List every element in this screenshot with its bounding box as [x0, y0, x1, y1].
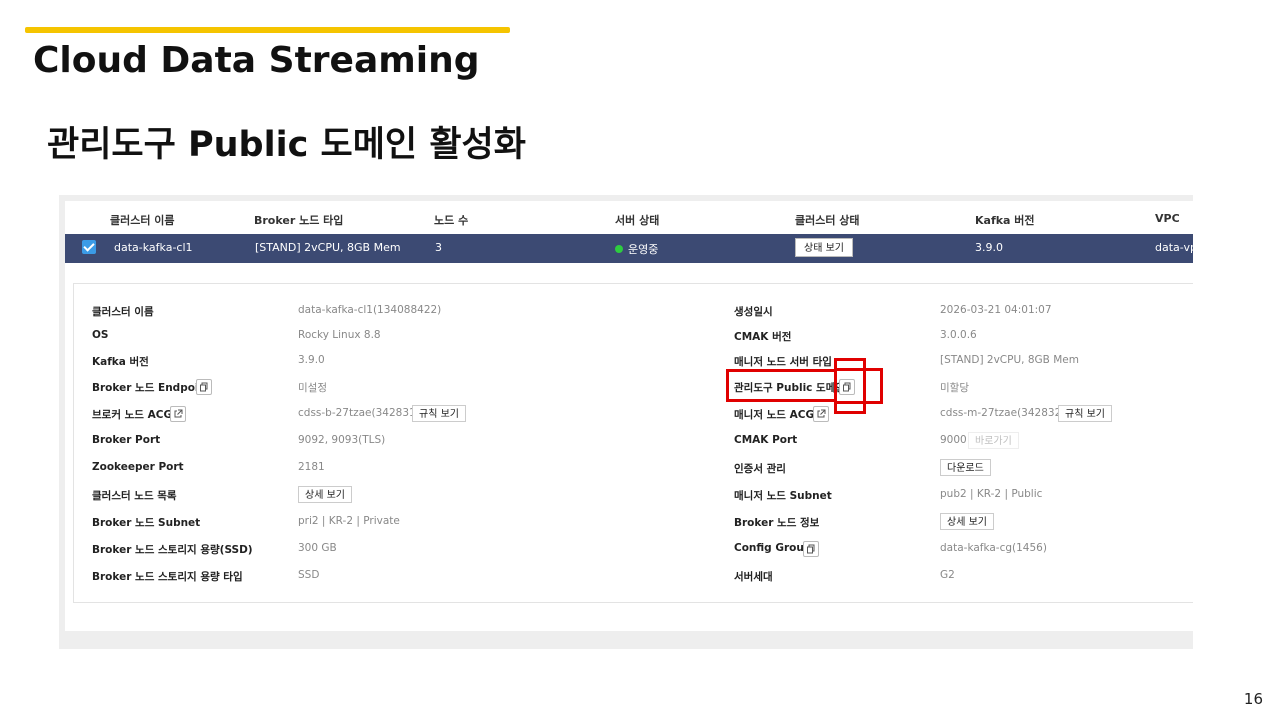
detail-value-cmak-version: 3.0.0.6	[940, 329, 977, 341]
detail-label-broker-info: Broker 노드 정보	[734, 517, 820, 529]
detail-label-broker-endpoint: Broker 노드 Endpoint	[92, 382, 212, 394]
cmak-shortcut-button[interactable]: 바로가기	[968, 432, 1019, 449]
detail-value-broker-endpoint: 미설정	[298, 382, 327, 394]
detail-label-broker-acg: 브로커 노드 ACG	[92, 409, 173, 421]
col-header-server-status[interactable]: 서버 상태	[615, 212, 659, 228]
running-status-dot	[615, 245, 623, 253]
slide-title: Cloud Data Streaming	[33, 40, 480, 81]
public-domain-copy-icon[interactable]	[839, 379, 855, 395]
page-number: 16	[1243, 690, 1263, 708]
row-server-status: 운영중	[615, 241, 658, 257]
detail-label-manager-subnet: 매니저 노드 Subnet	[734, 490, 832, 502]
table-header: 클러스터 이름 Broker 노드 타입 노드 수 서버 상태 클러스터 상태 …	[65, 201, 1193, 234]
detail-value-broker-subnet: pri2 | KR-2 | Private	[298, 515, 400, 527]
col-header-kafka-version[interactable]: Kafka 버전	[975, 212, 1035, 228]
detail-label-public-domain: 관리도구 Public 도메인	[734, 382, 846, 394]
detail-label-storage-size: Broker 노드 스토리지 용량(SSD)	[92, 544, 253, 556]
detail-value-broker-acg: cdss-b-27tzae(342831)	[298, 407, 420, 419]
row-kafka-version: 3.9.0	[975, 241, 1003, 254]
col-header-broker-type[interactable]: Broker 노드 타입	[254, 212, 343, 228]
detail-value-manager-server-type: [STAND] 2vCPU, 8GB Mem	[940, 354, 1079, 366]
detail-value-broker-port: 9092, 9093(TLS)	[298, 434, 386, 446]
detail-value-public-domain: 미할당	[940, 382, 969, 394]
config-group-copy-icon[interactable]	[803, 541, 819, 557]
table-row-selected[interactable]: data-kafka-cl1 [STAND] 2vCPU, 8GB Mem 3 …	[65, 234, 1193, 263]
detail-label-zookeeper-port: Zookeeper Port	[92, 461, 184, 473]
row-cluster-name: data-kafka-cl1	[114, 241, 193, 254]
detail-label-manager-server-type: 매니저 노드 서버 타입	[734, 356, 832, 368]
node-list-detail-button[interactable]: 상세 보기	[298, 486, 352, 503]
title-accent-bar	[25, 27, 510, 33]
detail-value-manager-subnet: pub2 | KR-2 | Public	[940, 488, 1043, 500]
detail-value-storage-size: 300 GB	[298, 542, 337, 554]
row-vpc: data-vpc	[1155, 241, 1193, 254]
row-broker-type: [STAND] 2vCPU, 8GB Mem	[255, 241, 401, 254]
detail-value-cmak-port: 9000	[940, 434, 967, 446]
detail-label-created-at: 생성일시	[734, 306, 773, 318]
detail-value-os: Rocky Linux 8.8	[298, 329, 381, 341]
detail-label-certificate: 인증서 관리	[734, 463, 786, 475]
detail-label-os: OS	[92, 329, 109, 341]
slide-subtitle: 관리도구 Public 도메인 활성화	[47, 125, 526, 165]
detail-value-manager-acg: cdss-m-27tzae(342832)	[940, 407, 1066, 419]
cluster-detail-panel: 클러스터 이름 OS Kafka 버전 Broker 노드 Endpoint 브…	[73, 283, 1193, 603]
detail-label-cluster-name: 클러스터 이름	[92, 306, 154, 318]
detail-label-manager-acg: 매니저 노드 ACG	[734, 409, 815, 421]
detail-label-storage-type: Broker 노드 스토리지 용량 타입	[92, 571, 243, 583]
col-header-vpc[interactable]: VPC	[1155, 212, 1180, 225]
broker-info-detail-button[interactable]: 상세 보기	[940, 513, 994, 530]
detail-value-zookeeper-port: 2181	[298, 461, 325, 473]
detail-value-storage-type: SSD	[298, 569, 320, 581]
manager-acg-external-link-icon[interactable]	[813, 406, 829, 422]
detail-label-broker-subnet: Broker 노드 Subnet	[92, 517, 201, 529]
manager-acg-rules-button[interactable]: 규칙 보기	[1058, 405, 1112, 422]
broker-acg-rules-button[interactable]: 규칙 보기	[412, 405, 466, 422]
certificate-download-button[interactable]: 다운로드	[940, 459, 991, 476]
detail-value-config-group: data-kafka-cg(1456)	[940, 542, 1047, 554]
detail-value-server-generation: G2	[940, 569, 955, 581]
detail-label-server-generation: 서버세대	[734, 571, 773, 583]
detail-label-cmak-version: CMAK 버전	[734, 331, 792, 343]
col-header-cluster-name[interactable]: 클러스터 이름	[110, 212, 175, 228]
copy-icon[interactable]	[196, 379, 212, 395]
console-screenshot: 클러스터 이름 Broker 노드 타입 노드 수 서버 상태 클러스터 상태 …	[59, 195, 1193, 649]
col-header-node-count[interactable]: 노드 수	[434, 212, 468, 228]
console-panel: 클러스터 이름 Broker 노드 타입 노드 수 서버 상태 클러스터 상태 …	[65, 201, 1193, 631]
detail-value-created-at: 2026-03-21 04:01:07	[940, 304, 1052, 316]
detail-value-kafka-version: 3.9.0	[298, 354, 325, 366]
row-checkbox[interactable]	[82, 240, 96, 254]
detail-label-config-group: Config Group	[734, 542, 812, 554]
row-node-count: 3	[435, 241, 442, 254]
detail-label-kafka-version: Kafka 버전	[92, 356, 149, 368]
row-server-status-text: 운영중	[628, 243, 659, 256]
external-link-icon[interactable]	[170, 406, 186, 422]
detail-label-cmak-port: CMAK Port	[734, 434, 798, 446]
detail-label-node-list: 클러스터 노드 목록	[92, 490, 177, 502]
detail-value-cluster-name: data-kafka-cl1(134088422)	[298, 304, 442, 316]
col-header-cluster-status[interactable]: 클러스터 상태	[795, 212, 860, 228]
detail-label-broker-port: Broker Port	[92, 434, 161, 446]
view-status-button[interactable]: 상태 보기	[795, 238, 853, 257]
